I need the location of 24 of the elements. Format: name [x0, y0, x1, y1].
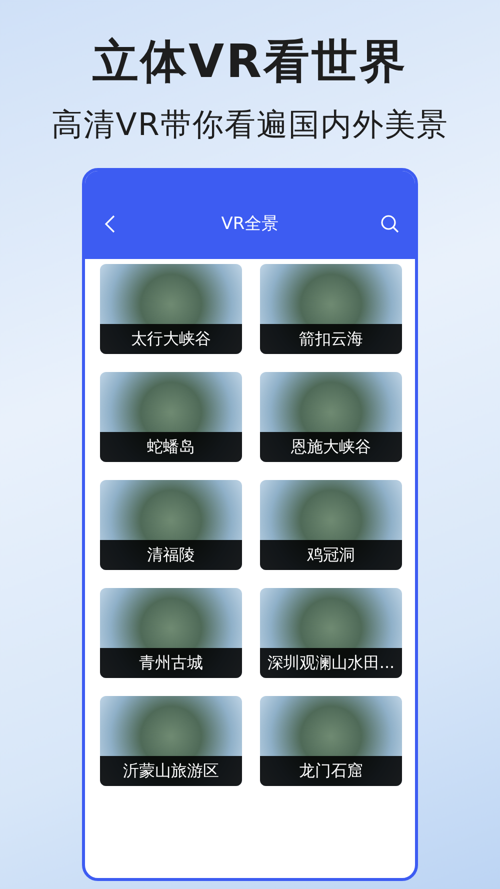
headline: 立体VR看世界	[92, 33, 408, 90]
panorama-tile[interactable]: 沂蒙山旅游区	[100, 696, 242, 786]
place-name: 清福陵	[100, 540, 242, 570]
panorama-tile[interactable]: 蛇蟠岛	[100, 372, 242, 462]
place-name: 鸡冠洞	[260, 540, 402, 570]
subheadline: 高清VR带你看遍国内外美景	[52, 106, 448, 145]
place-name: 青州古城	[100, 648, 242, 678]
screen-title: VR全景	[221, 213, 279, 235]
place-name: 恩施大峡谷	[260, 432, 402, 462]
panorama-tile[interactable]: 青州古城	[100, 588, 242, 678]
place-name: 蛇蟠岛	[100, 432, 242, 462]
panorama-tile[interactable]: 深圳观澜山水田...	[260, 588, 402, 678]
place-name: 太行大峡谷	[100, 324, 242, 354]
panorama-tile[interactable]: 鸡冠洞	[260, 480, 402, 570]
panorama-tile[interactable]: 龙门石窟	[260, 696, 402, 786]
place-name: 箭扣云海	[260, 324, 402, 354]
place-name: 深圳观澜山水田...	[260, 648, 402, 678]
place-name: 龙门石窟	[260, 756, 402, 786]
panorama-tile[interactable]: 太行大峡谷	[100, 264, 242, 354]
panorama-tile[interactable]: 恩施大峡谷	[260, 372, 402, 462]
search-button[interactable]	[378, 213, 401, 235]
panorama-tile[interactable]: 清福陵	[100, 480, 242, 570]
panorama-tile[interactable]: 箭扣云海	[260, 264, 402, 354]
place-name: 沂蒙山旅游区	[100, 756, 242, 786]
